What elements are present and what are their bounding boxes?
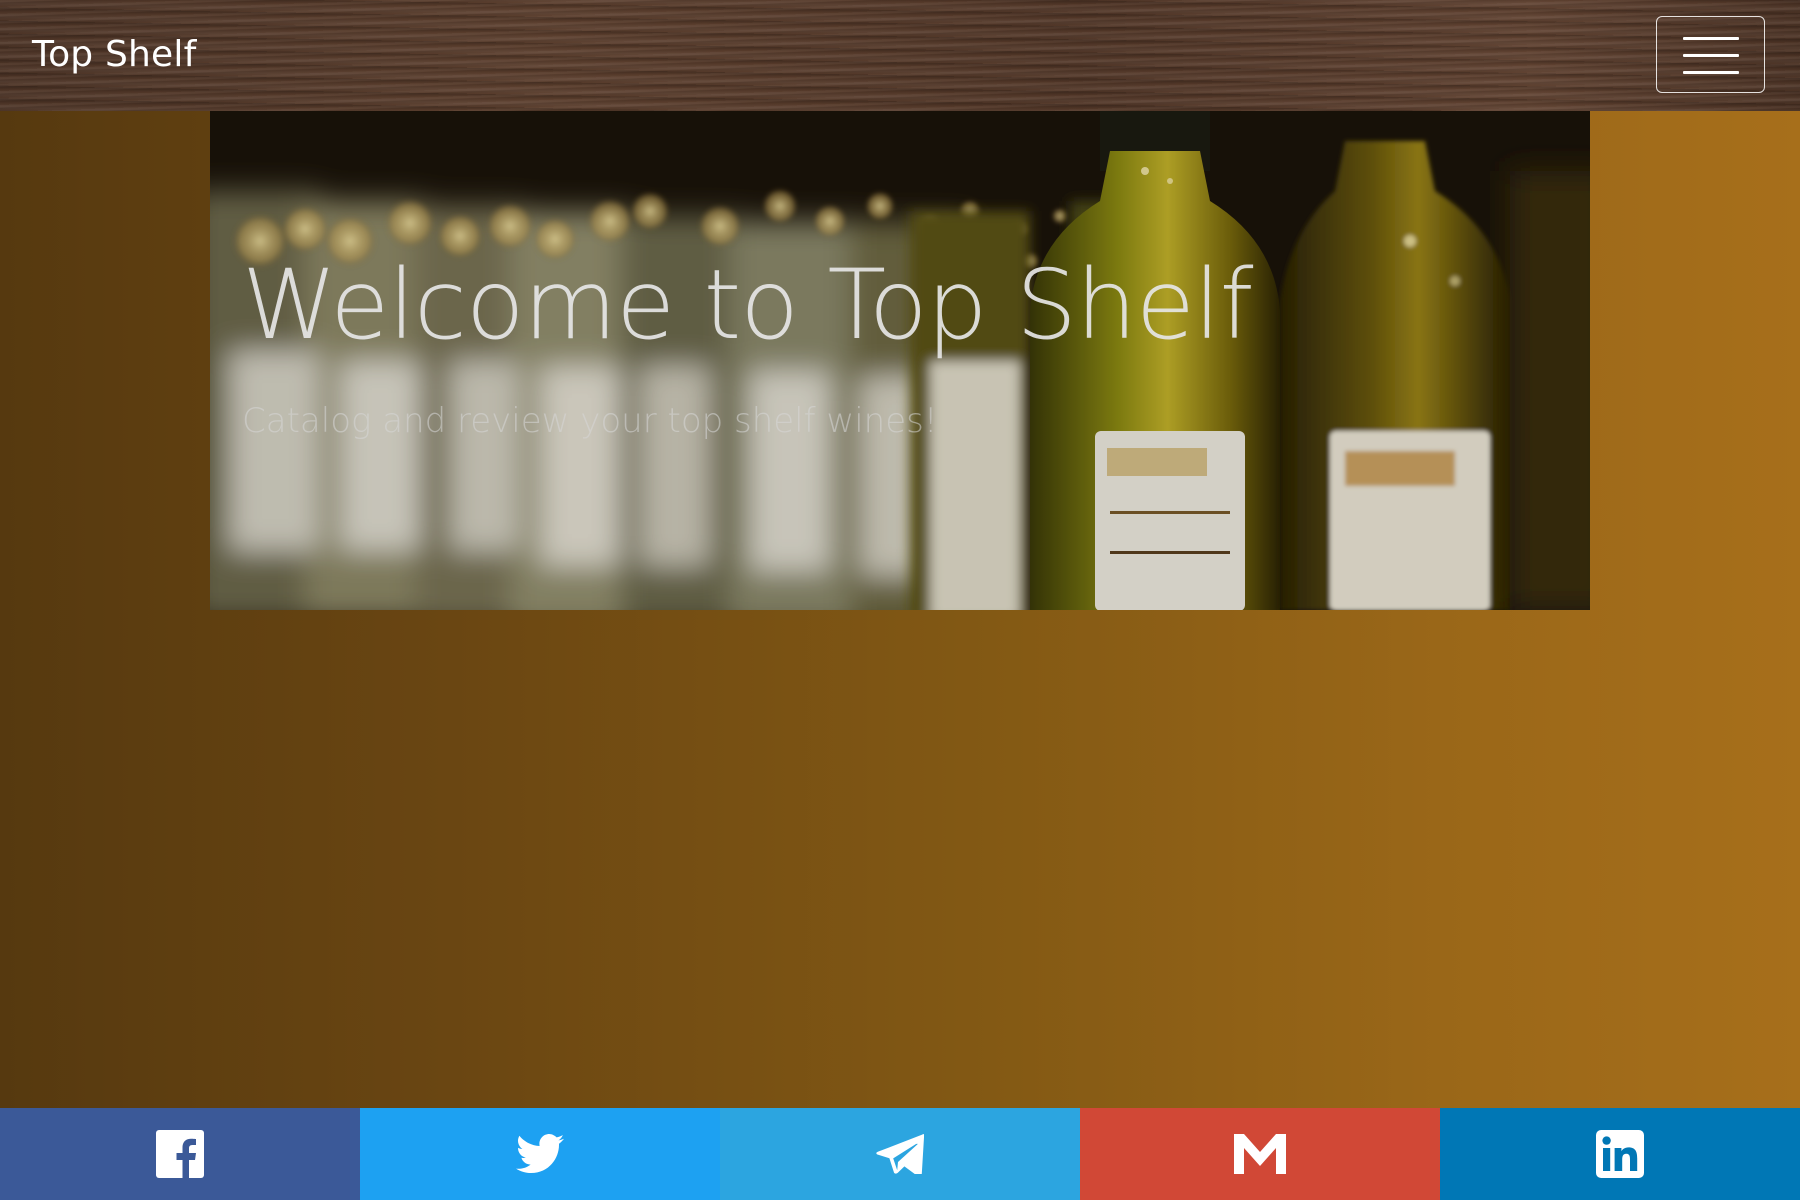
brand-link[interactable]: Top Shelf [32,34,197,75]
hero-subtitle: Catalog and review your top shelf wines! [242,401,938,441]
share-facebook-button[interactable] [0,1108,360,1200]
hamburger-menu-icon-line [1683,54,1739,57]
gmail-icon [1234,1134,1286,1174]
share-bar [0,1108,1800,1200]
share-linkedin-button[interactable] [1440,1108,1800,1200]
share-telegram-button[interactable] [720,1108,1080,1200]
hamburger-menu-icon-line [1683,71,1739,74]
share-twitter-button[interactable] [360,1108,720,1200]
share-gmail-button[interactable] [1080,1108,1440,1200]
linkedin-icon [1596,1130,1644,1178]
facebook-icon [156,1130,204,1178]
navbar: Top Shelf [0,0,1800,111]
hero-title: Welcome to Top Shelf [242,249,1253,361]
hamburger-menu-icon [1683,37,1739,40]
hero-banner: Welcome to Top Shelf Catalog and review … [210,111,1590,610]
twitter-icon [516,1134,564,1173]
telegram-icon [876,1134,924,1174]
navbar-toggle-button[interactable] [1656,16,1765,93]
